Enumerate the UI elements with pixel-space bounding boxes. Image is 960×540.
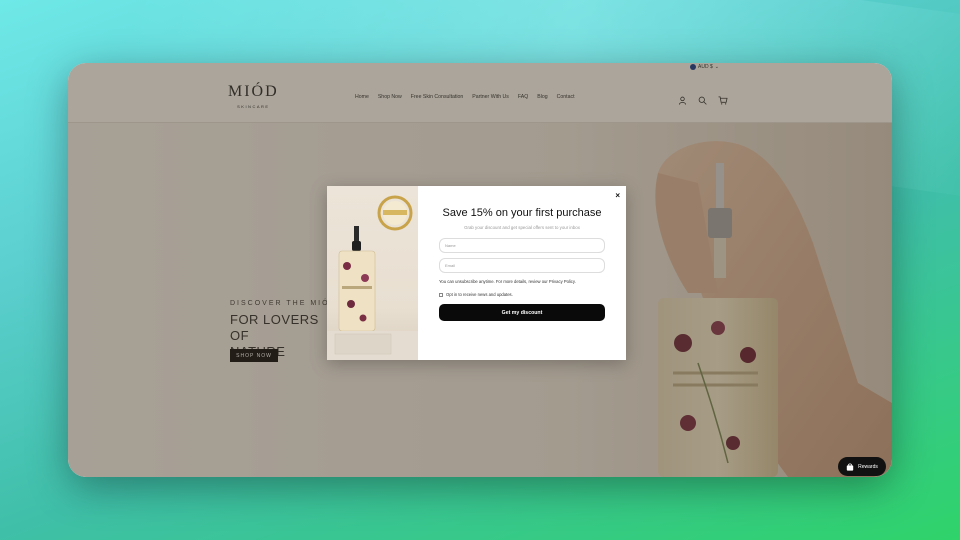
- opt-in-label: Opt in to receive news and updates.: [446, 292, 513, 297]
- popup-title: Save 15% on your first purchase: [442, 207, 602, 219]
- gift-bag-icon: [846, 463, 854, 471]
- name-field[interactable]: Name: [439, 238, 605, 253]
- popup-product-image: [327, 186, 418, 360]
- rewards-button[interactable]: Rewards: [838, 457, 886, 476]
- opt-in-checkbox[interactable]: Opt in to receive news and updates.: [439, 292, 605, 297]
- popup-subtitle: Grab your discount and get special offer…: [464, 225, 580, 230]
- rewards-label: Rewards: [858, 463, 878, 470]
- unsubscribe-note: You can unsubscribe anytime. For more de…: [439, 279, 576, 284]
- browser-window: AUD $ ⌄ MIÓD SKINCARE Home Shop Now Free…: [68, 63, 892, 477]
- popup-content: × Save 15% on your first purchase Grab y…: [418, 186, 626, 360]
- discount-popup: × Save 15% on your first purchase Grab y…: [327, 186, 626, 360]
- close-icon[interactable]: ×: [615, 191, 620, 200]
- email-field[interactable]: Email: [439, 258, 605, 273]
- checkbox-box[interactable]: [439, 292, 443, 297]
- website: AUD $ ⌄ MIÓD SKINCARE Home Shop Now Free…: [68, 63, 892, 477]
- get-discount-button[interactable]: Get my discount: [439, 304, 605, 321]
